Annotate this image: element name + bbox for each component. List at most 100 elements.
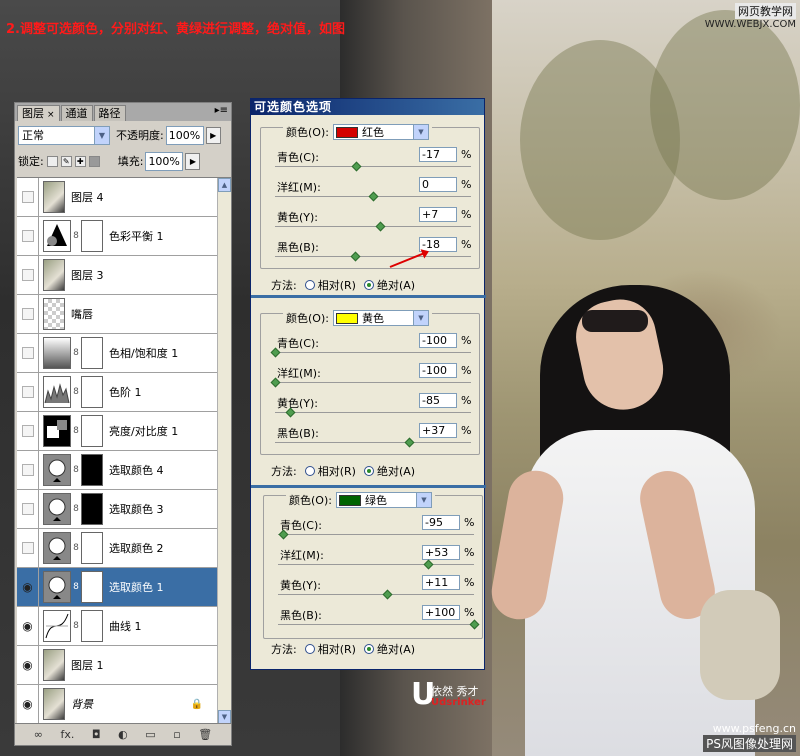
magenta-input[interactable]: 0 bbox=[419, 177, 457, 192]
cyan-input[interactable]: -100 bbox=[419, 333, 457, 348]
layer-name: 图层 3 bbox=[71, 269, 104, 282]
slider-knob[interactable] bbox=[404, 437, 415, 448]
relative-radio[interactable] bbox=[304, 466, 315, 476]
layer-row[interactable]: 8 色相/饱和度 1 bbox=[17, 334, 217, 373]
layer-row[interactable]: 图层 4 bbox=[17, 178, 217, 217]
absolute-radio[interactable] bbox=[363, 644, 374, 654]
slider-knob[interactable] bbox=[382, 589, 393, 600]
color-select[interactable]: 绿色 ▼ bbox=[335, 492, 432, 508]
black-input[interactable]: +100 bbox=[422, 605, 460, 620]
magenta-slider-track[interactable] bbox=[275, 191, 471, 202]
magenta-input[interactable]: +53 bbox=[422, 545, 460, 560]
layer-row[interactable]: ◉ 背景 🔒 bbox=[17, 685, 217, 724]
absolute-label[interactable]: 绝对(A) bbox=[377, 463, 415, 479]
layer-row[interactable]: 8 色阶 1 bbox=[17, 373, 217, 412]
layer-row[interactable]: 8 选取颜色 2 bbox=[17, 529, 217, 568]
absolute-radio[interactable] bbox=[363, 280, 374, 290]
cyan-input[interactable]: -17 bbox=[419, 147, 457, 162]
fill-slider-button[interactable]: ▶ bbox=[185, 152, 201, 170]
close-icon[interactable]: × bbox=[47, 110, 55, 120]
color-select[interactable]: 红色 ▼ bbox=[332, 124, 429, 140]
lock-position-icon[interactable]: ✚ bbox=[74, 155, 86, 167]
visibility-toggle[interactable] bbox=[17, 217, 39, 255]
yellow-slider-track[interactable] bbox=[278, 589, 474, 600]
fx-icon[interactable]: fx. bbox=[60, 728, 74, 741]
layer-row-selected[interactable]: ◉ 8 选取颜色 1 bbox=[17, 568, 217, 607]
cyan-slider-track[interactable] bbox=[270, 347, 471, 358]
slider-knob[interactable] bbox=[375, 221, 386, 232]
relative-label[interactable]: 相对(R) bbox=[318, 641, 356, 657]
absolute-radio[interactable] bbox=[363, 466, 374, 476]
absolute-label[interactable]: 绝对(A) bbox=[377, 641, 415, 657]
yellow-slider-row: 黄色(Y): +7 % bbox=[261, 206, 481, 236]
panel-menu-icon[interactable]: ▸≡ bbox=[215, 105, 228, 116]
black-slider-track[interactable] bbox=[278, 619, 480, 630]
yellow-input[interactable]: -85 bbox=[419, 393, 457, 408]
slider-knob[interactable] bbox=[350, 251, 361, 262]
lock-pixels-icon[interactable]: ✎ bbox=[60, 155, 72, 167]
yellow-slider-track[interactable] bbox=[275, 407, 471, 418]
tab-channels[interactable]: 通道 bbox=[60, 105, 93, 121]
visibility-toggle[interactable] bbox=[17, 256, 39, 294]
scroll-down-icon[interactable]: ▼ bbox=[218, 710, 231, 724]
visibility-toggle[interactable] bbox=[17, 373, 39, 411]
trash-icon[interactable]: 🗑 bbox=[198, 728, 212, 741]
magenta-slider-track[interactable] bbox=[278, 559, 474, 570]
cyan-slider-track[interactable] bbox=[275, 161, 471, 172]
fill-input[interactable]: 100% bbox=[145, 151, 184, 171]
slider-knob[interactable] bbox=[351, 161, 362, 172]
visibility-toggle[interactable] bbox=[17, 529, 39, 567]
cyan-slider-track[interactable] bbox=[278, 529, 474, 540]
add-mask-icon[interactable]: ◘ bbox=[92, 728, 101, 741]
tab-layers[interactable]: 图层 × bbox=[17, 105, 60, 121]
layer-row[interactable]: 图层 3 bbox=[17, 256, 217, 295]
absolute-label[interactable]: 绝对(A) bbox=[377, 277, 415, 293]
black-slider-track[interactable] bbox=[275, 437, 471, 448]
lock-all-icon[interactable] bbox=[88, 155, 100, 167]
yellow-input[interactable]: +7 bbox=[419, 207, 457, 222]
relative-radio[interactable] bbox=[304, 644, 315, 654]
visibility-toggle[interactable] bbox=[17, 178, 39, 216]
opacity-input[interactable]: 100% bbox=[165, 125, 204, 145]
relative-label[interactable]: 相对(R) bbox=[318, 463, 356, 479]
yellow-slider-track[interactable] bbox=[275, 221, 471, 232]
layer-row[interactable]: ◉ 图层 1 bbox=[17, 646, 217, 685]
relative-label[interactable]: 相对(R) bbox=[318, 277, 356, 293]
scroll-up-icon[interactable]: ▲ bbox=[218, 178, 231, 192]
cyan-input[interactable]: -95 bbox=[422, 515, 460, 530]
slider-knob[interactable] bbox=[368, 191, 379, 202]
color-select[interactable]: 黄色 ▼ bbox=[332, 310, 429, 326]
slider-knob[interactable] bbox=[423, 559, 434, 570]
link-layers-icon[interactable]: ∞ bbox=[34, 728, 43, 741]
layer-row[interactable]: 8 选取颜色 3 bbox=[17, 490, 217, 529]
relative-radio[interactable] bbox=[304, 280, 315, 290]
visibility-toggle[interactable] bbox=[17, 451, 39, 489]
adjustment-layer-icon[interactable]: ◐ bbox=[118, 728, 128, 741]
layer-row[interactable]: 8 选取颜色 4 bbox=[17, 451, 217, 490]
lock-transparency-icon[interactable] bbox=[46, 155, 58, 167]
black-slider-track[interactable] bbox=[275, 251, 471, 262]
layer-row[interactable]: 8 色彩平衡 1 bbox=[17, 217, 217, 256]
visibility-toggle[interactable] bbox=[17, 334, 39, 372]
visibility-toggle[interactable] bbox=[17, 412, 39, 450]
yellow-input[interactable]: +11 bbox=[422, 575, 460, 590]
visibility-toggle[interactable]: ◉ bbox=[17, 607, 39, 645]
layer-list-scrollbar[interactable]: ▲ ▼ bbox=[217, 178, 231, 724]
visibility-toggle[interactable] bbox=[17, 295, 39, 333]
magenta-slider-track[interactable] bbox=[270, 377, 471, 388]
visibility-toggle[interactable]: ◉ bbox=[17, 646, 39, 684]
black-input[interactable]: +37 bbox=[419, 423, 457, 438]
slider-knob[interactable] bbox=[469, 619, 480, 630]
tab-paths[interactable]: 路径 bbox=[93, 105, 126, 121]
visibility-toggle[interactable]: ◉ bbox=[17, 568, 39, 606]
magenta-input[interactable]: -100 bbox=[419, 363, 457, 378]
new-layer-icon[interactable]: ▫ bbox=[173, 728, 180, 741]
opacity-slider-button[interactable]: ▶ bbox=[205, 126, 221, 144]
layer-row[interactable]: 8 亮度/对比度 1 bbox=[17, 412, 217, 451]
new-group-icon[interactable]: ▭ bbox=[145, 728, 155, 741]
layer-row[interactable]: ◉ 8 曲线 1 bbox=[17, 607, 217, 646]
blend-mode-select[interactable]: 正常 ▼ bbox=[18, 125, 110, 145]
layer-row[interactable]: 嘴唇 bbox=[17, 295, 217, 334]
visibility-toggle[interactable]: ◉ bbox=[17, 685, 39, 723]
visibility-toggle[interactable] bbox=[17, 490, 39, 528]
